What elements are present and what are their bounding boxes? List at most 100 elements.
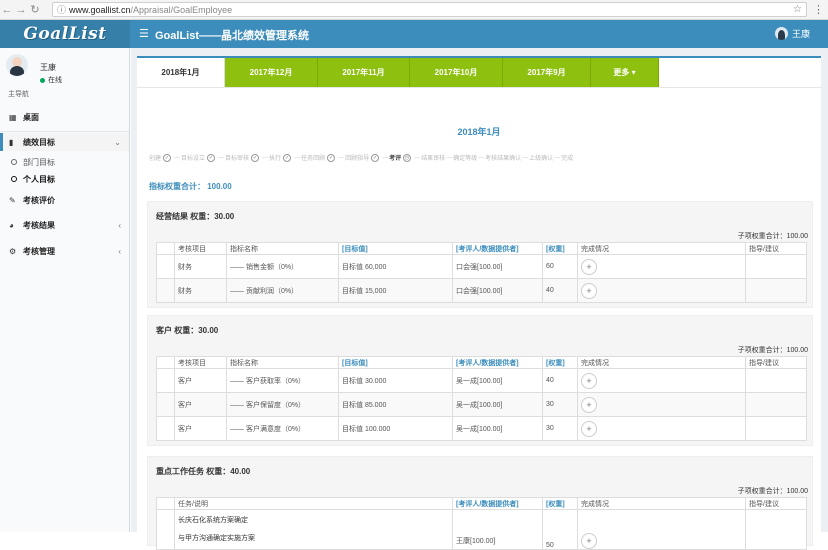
table-cell: 口会强[100.00] [452,278,543,303]
user-menu[interactable]: 王康 [774,27,810,40]
browser-toolbar: ← → ↻ ⓘ www.goallist.cn /Appraisal/GoalE… [0,0,828,20]
sidebar-item-evaluation[interactable]: ✎ 考核评价 [0,191,129,209]
sidebar-item-dept-goals[interactable]: 部门目标 [0,154,129,170]
edit-icon: ✎ [9,195,16,205]
table-cell [745,368,807,393]
workflow-steps: 创建 ✓ — 目标设立 ✓ — 目标审核 ✓ — 执行 ✓ — 任务回顾 ✓ — 回顾指导… [149,153,574,162]
forward-icon[interactable]: → [14,0,28,20]
reload-icon[interactable]: ↻ [28,0,42,20]
add-completion-button[interactable]: + [581,372,597,389]
table-header [156,356,175,369]
table-header: 指导/建议 [745,242,807,255]
task-cell: 长庆石化系统方案确定 与甲方沟通确定实施方案 [174,509,453,550]
tab-2017-12[interactable]: 2017年12月 [225,58,318,87]
period-tabs: 2018年1月 2017年12月 2017年11月 2017年10月 2017年… [137,58,659,87]
sidebar-item-label: 考核管理 [23,246,55,256]
table-cell: 40 [542,278,578,303]
circle-icon [11,159,17,165]
sidebar-toggle-icon[interactable]: ☰ [139,27,149,40]
clock-icon: ◷ [403,153,412,162]
address-bar[interactable]: ⓘ www.goallist.cn /Appraisal/GoalEmploye… [52,2,807,17]
table-header: 指导/建议 [745,497,807,510]
section-title: 经营结果 权重：30.00 [156,212,235,221]
sidebar-item-desktop[interactable]: ▦ 桌面 [0,108,129,126]
table-header: 指导/建议 [745,356,807,369]
add-completion-button[interactable]: + [581,420,597,437]
table-cell: 60 [542,254,578,279]
pie-chart-icon: ◕ [9,220,14,230]
completion-cell: + [577,368,746,393]
table-header: 指标名称 [226,242,339,255]
sidebar-item-management[interactable]: ⚙ 考核管理 ‹ [0,242,129,260]
sidebar-item-personal-goals[interactable]: 个人目标 [0,171,129,187]
gears-icon: ⚙ [9,246,17,256]
add-completion-button[interactable]: + [581,533,597,549]
online-dot-icon [40,77,45,83]
sidebar-item-label: 绩效目标 [23,137,55,147]
table-cell: 50 [542,509,578,550]
book-icon: ▮ [9,137,14,147]
table-cell: 口会强[100.00] [452,254,543,279]
table-row: 财务 —— 销售金额（0%） 目标值 60,000 口会强[100.00] 60… [156,254,807,279]
tab-2018-01[interactable]: 2018年1月 [137,58,225,87]
section-key-tasks: 重点工作任务 权重：40.00 子项权重合计：100.00 任务/说明 [考评人… [147,456,813,550]
table-cell: 客户 [174,368,227,393]
table-cell: 目标值 15,000 [338,278,453,303]
table-cell: —— 客户获取率（0%） [226,368,339,393]
browser-menu-icon[interactable]: ⋮ [813,2,824,18]
logo-text: GoalList [23,24,107,44]
table-cell: 吴一成[100.00] [452,368,543,393]
workflow-step: 创建 ✓ [149,153,172,162]
table-cell: —— 客户保留度（0%） [226,392,339,417]
sidebar-item-label: 桌面 [23,112,39,122]
table-header: 任务/说明 [174,497,453,510]
sidebar-item-performance-goals[interactable]: ▮ 绩效目标 ⌄ [0,133,129,151]
section-customer: 客户 权重：30.00 子项权重合计：100.00 考核项目 指标名称 [目标值… [147,315,813,446]
table-cell [745,278,807,303]
info-icon[interactable]: ⓘ [57,3,66,16]
table-header: 完成情况 [577,497,746,510]
tab-2017-10[interactable]: 2017年10月 [410,58,503,87]
table-cell: 客户 [174,392,227,417]
user-avatar [774,27,788,40]
workflow-step: 结果审核 [421,156,446,162]
section-subtotal: 子项权重合计：100.00 [737,233,808,240]
sidebar: 王康 在线 主导航 ▦ 桌面 ▮ 绩效目标 ⌄ 部门目标 个人目标 ✎ 考核评价… [0,48,130,532]
table-header: [考评人/数据提供者] [452,497,543,510]
add-completion-button[interactable]: + [581,258,597,275]
top-header: GoalList ☰ GoalList——晶北绩效管理系统 王康 [0,20,828,48]
task-description: 与甲方沟通确定实施方案 [178,535,255,542]
weight-total: 指标权重合计： 100.00 [149,181,232,192]
divider [0,131,129,132]
table-header: [权重] [542,242,578,255]
goal-table: 考核项目 指标名称 [目标值] [考评人/数据提供者] [权重] 完成情况 指导… [156,356,807,441]
check-icon: ✓ [251,153,260,162]
workflow-step: 上级确认 [529,156,554,162]
tab-more[interactable]: 更多 ▾ [591,58,659,87]
sidebar-item-label: 个人目标 [23,174,55,184]
tab-2017-11[interactable]: 2017年11月 [318,58,410,87]
add-completion-button[interactable]: + [581,396,597,413]
weight-total-label: 指标权重合计： [149,182,205,191]
table-header: 指标名称 [226,356,339,369]
workflow-step: 确定等级 [453,156,478,162]
table-row: 客户 —— 客户获取率（0%） 目标值 30.000 吴一成[100.00] 4… [156,368,807,393]
workflow-step: 执行 ✓ [269,153,292,162]
check-icon: ✓ [207,153,216,162]
table-header: 考核项目 [174,242,227,255]
table-row: 长庆石化系统方案确定 与甲方沟通确定实施方案 王康[100.00] 50 + [156,509,807,550]
table-cell: 吴一成[100.00] [452,416,543,441]
table-cell [745,392,807,417]
tab-2017-09[interactable]: 2017年9月 [503,58,591,87]
logo[interactable]: GoalList [0,20,130,48]
section-title: 客户 权重：30.00 [156,326,219,335]
bookmark-star-icon[interactable]: ☆ [793,4,802,15]
add-completion-button[interactable]: + [581,282,597,299]
table-row: 财务 —— 贡献利润（0%） 目标值 15,000 口会强[100.00] 40… [156,278,807,303]
online-status-label: 在线 [48,77,62,84]
workflow-step: 目标审核 ✓ [225,153,260,162]
back-icon[interactable]: ← [0,0,14,20]
completion-cell: + [577,392,746,417]
sidebar-item-results[interactable]: ◕ 考核结果 ‹ [0,216,129,234]
table-row: 客户 —— 客户保留度（0%） 目标值 85.000 吴一成[100.00] 3… [156,392,807,417]
